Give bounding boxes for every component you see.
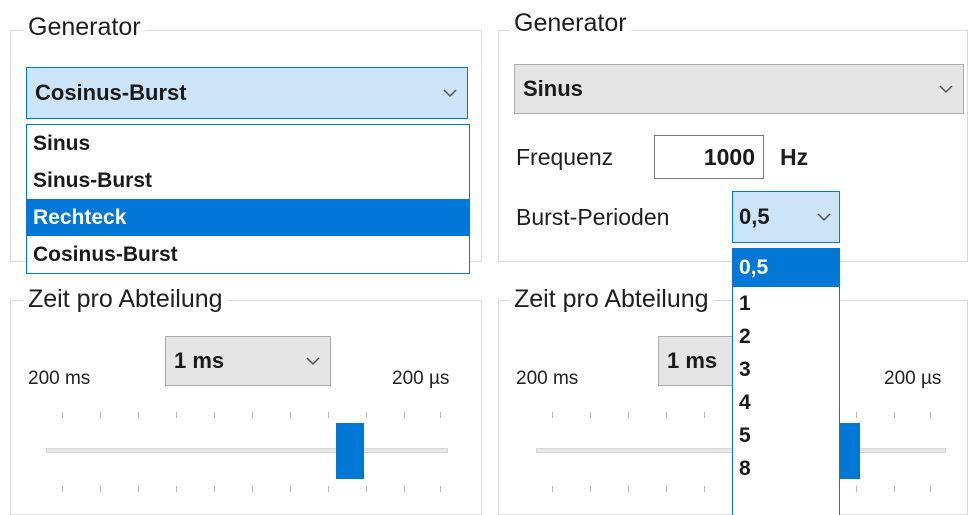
burst-perioden-selected: 0,5	[739, 204, 770, 229]
left-zeit-group	[10, 300, 482, 515]
frequenz-label: Frequenz	[516, 144, 614, 170]
option-cosinus-burst[interactable]: Cosinus-Burst	[27, 236, 469, 273]
right-generator-title: Generator	[510, 8, 631, 38]
chevron-down-icon	[433, 88, 467, 98]
left-zeit-min-label: 200 ms	[28, 368, 91, 389]
left-generator-dropdown: Sinus Sinus-Burst Rechteck Cosinus-Burst	[26, 124, 470, 274]
burst-option[interactable]: 2	[733, 320, 839, 353]
chevron-down-icon	[929, 84, 963, 94]
left-zeit-selected: 1 ms	[174, 348, 225, 373]
burst-option[interactable]: 4	[733, 386, 839, 419]
option-sinus-burst[interactable]: Sinus-Burst	[27, 162, 469, 199]
burst-option[interactable]: 1	[733, 287, 839, 320]
right-zeit-max-label: 200 µs	[884, 368, 942, 389]
frequenz-unit: Hz	[780, 144, 809, 170]
right-generator-selected: Sinus	[523, 76, 583, 101]
left-generator-title: Generator	[24, 12, 145, 42]
burst-option[interactable]: 5	[733, 419, 839, 452]
chevron-down-icon	[296, 356, 330, 366]
left-zeit-slider-thumb[interactable]	[336, 423, 364, 479]
chevron-down-icon	[809, 212, 839, 222]
right-zeit-min-label: 200 ms	[516, 368, 579, 389]
left-zeit-title: Zeit pro Abteilung	[24, 284, 227, 314]
left-generator-selected: Cosinus-Burst	[35, 80, 187, 105]
burst-option[interactable]: 0,5	[733, 249, 839, 287]
burst-option[interactable]: 3	[733, 353, 839, 386]
burst-option[interactable]: 8	[733, 452, 839, 485]
burst-perioden-label: Burst-Perioden	[516, 204, 670, 230]
left-zeit-max-label: 200 µs	[392, 368, 450, 389]
left-generator-combo[interactable]: Cosinus-Burst	[26, 67, 468, 119]
burst-perioden-combo[interactable]: 0,5	[732, 191, 840, 243]
left-zeit-combo[interactable]: 1 ms	[165, 336, 331, 386]
left-zeit-slider-track[interactable]	[46, 448, 448, 453]
burst-perioden-dropdown: 0,5 1 2 3 4 5 8	[732, 248, 840, 515]
right-zeit-title: Zeit pro Abteilung	[510, 284, 713, 314]
option-rechteck[interactable]: Rechteck	[27, 199, 469, 236]
option-sinus[interactable]: Sinus	[27, 125, 469, 162]
right-generator-combo[interactable]: Sinus	[514, 64, 964, 114]
frequenz-input[interactable]: 1000	[654, 135, 764, 179]
